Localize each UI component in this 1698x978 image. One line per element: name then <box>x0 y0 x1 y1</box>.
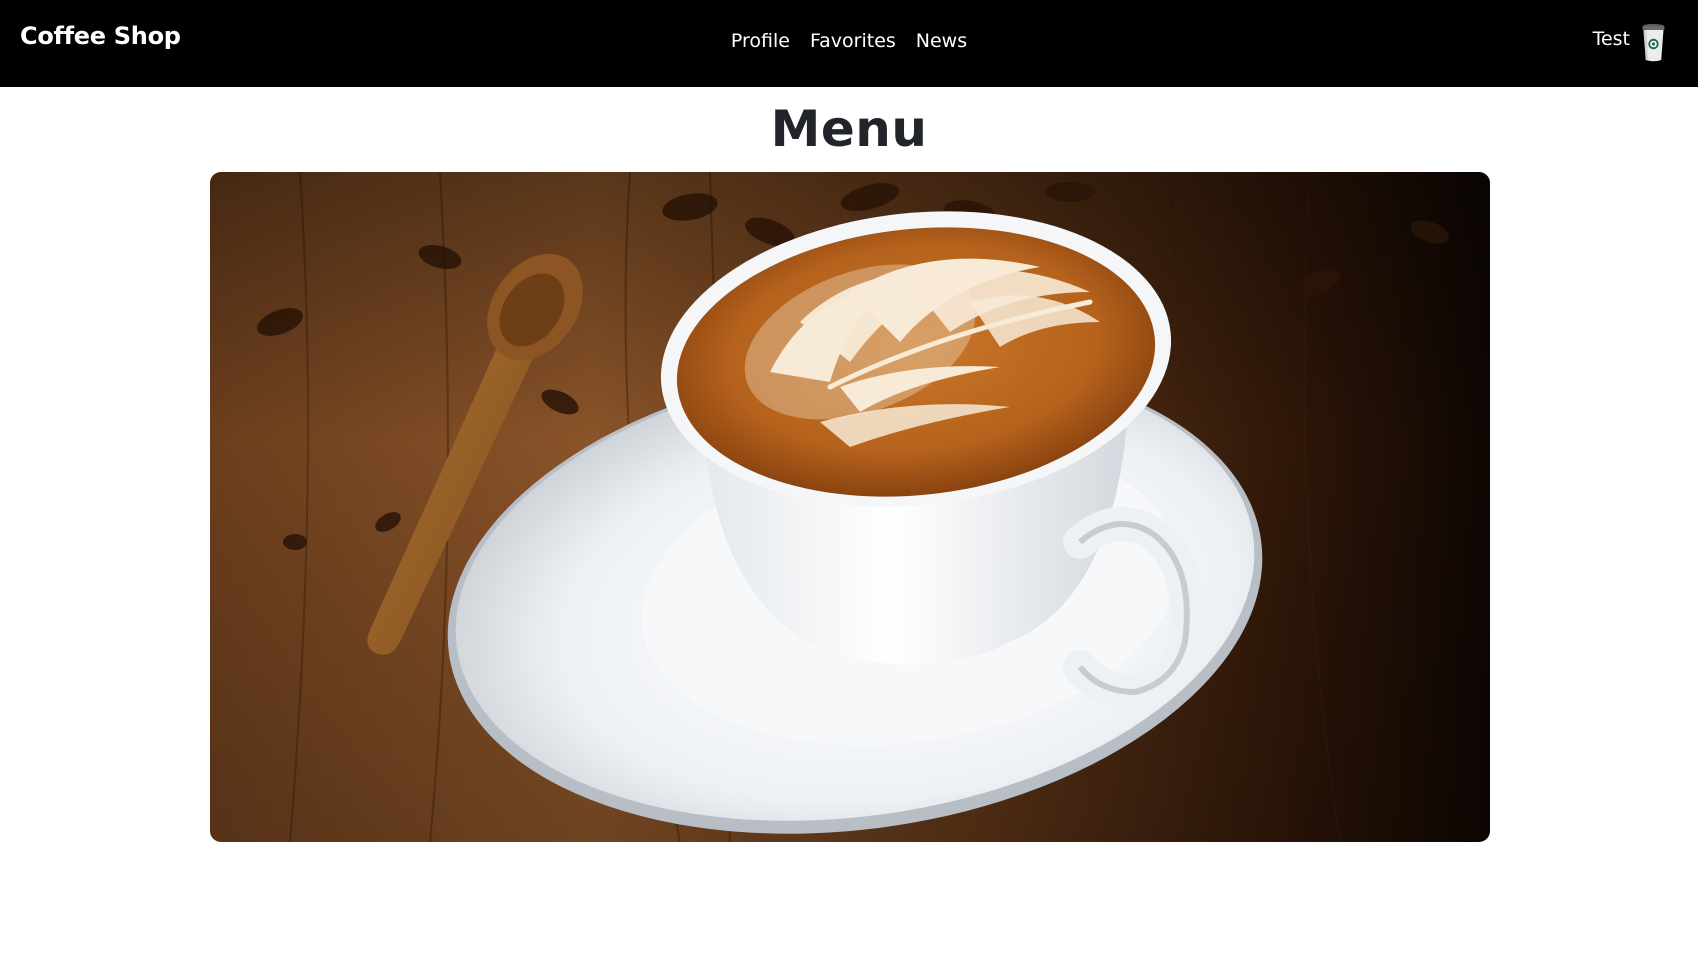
user-name[interactable]: Test <box>1593 28 1630 50</box>
nav-link-profile[interactable]: Profile <box>731 30 790 52</box>
nav-link-news[interactable]: News <box>916 30 967 52</box>
page-title: Menu <box>770 100 928 158</box>
nav-link-favorites[interactable]: Favorites <box>810 30 896 52</box>
latte-art-image <box>210 172 1490 842</box>
coffee-cup-icon[interactable] <box>1640 23 1667 63</box>
hero-image <box>210 172 1490 842</box>
user-menu: Test <box>1593 23 1667 63</box>
nav-links: Profile Favorites News <box>0 30 1698 52</box>
navbar: Coffee Shop Profile Favorites News Test <box>0 0 1698 87</box>
